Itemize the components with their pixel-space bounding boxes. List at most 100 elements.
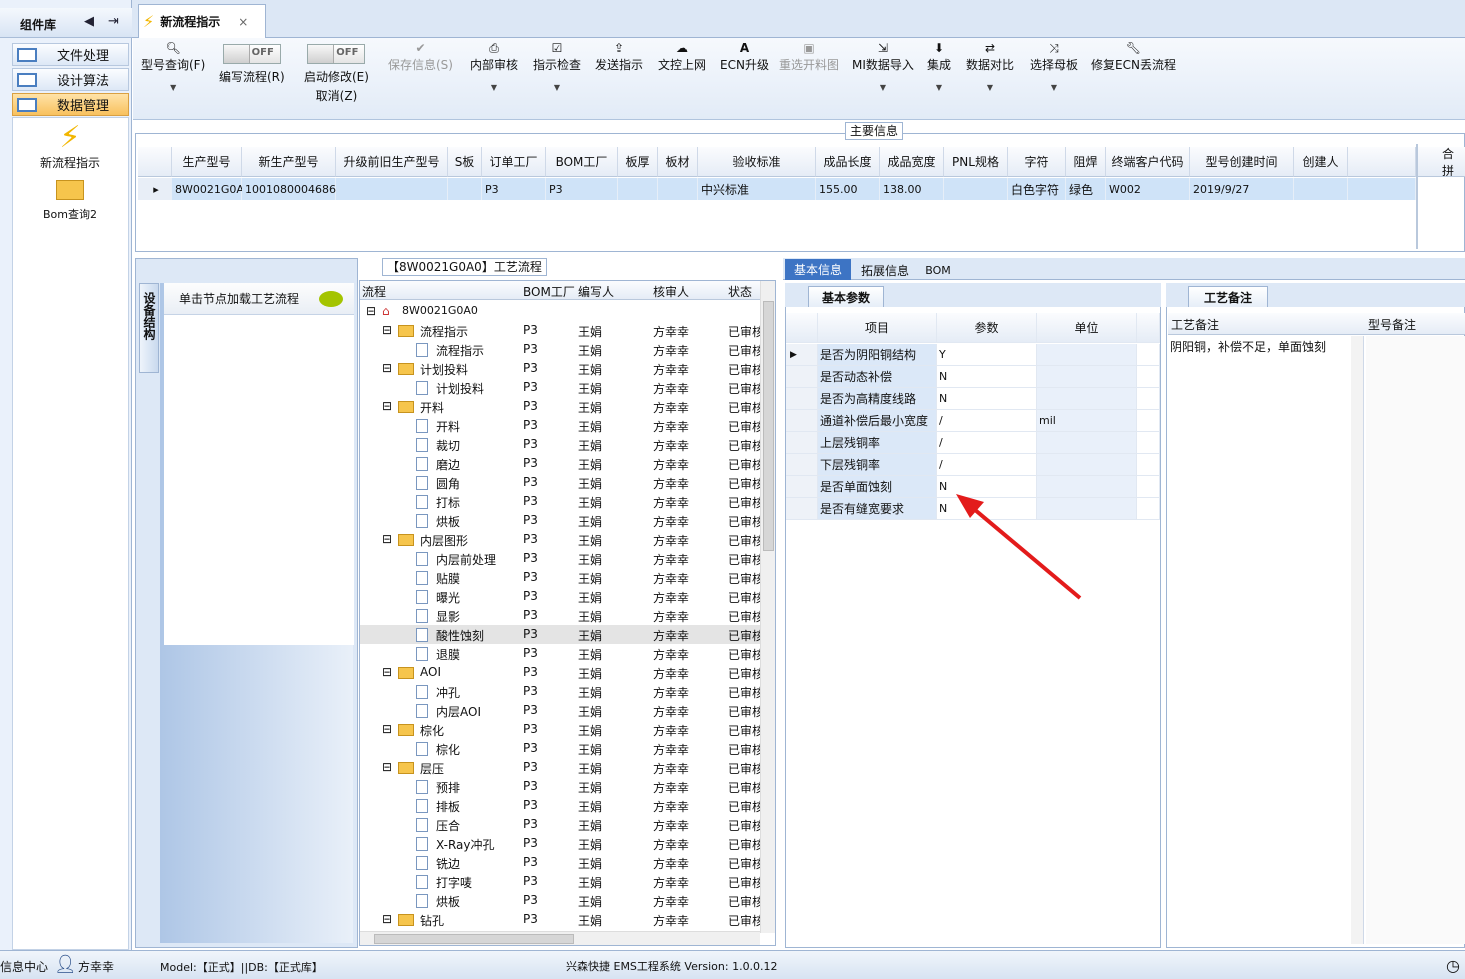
start-modify-toggle[interactable]: OFF 启动修改(E) 取消(Z)	[304, 44, 369, 104]
param-unit[interactable]	[1037, 388, 1137, 410]
reselect-cut-image-button[interactable]: ▣ 重选开料图	[779, 40, 839, 73]
param-value[interactable]: Y	[937, 344, 1037, 366]
cell[interactable]: P3	[546, 178, 618, 200]
col-header[interactable]: 参数	[937, 313, 1037, 343]
collapse-icon[interactable]: ⊟	[382, 399, 392, 413]
chevron-down-icon[interactable]: ▼	[491, 83, 497, 92]
collapse-left-icon[interactable]: ◀	[84, 14, 94, 29]
sidebar-item-data[interactable]: 数据管理	[12, 93, 129, 116]
chevron-down-icon[interactable]: ▼	[170, 83, 176, 92]
cell[interactable]	[944, 178, 1008, 200]
tree-node[interactable]: 预排 P3 王娟 方幸幸 已审核	[360, 777, 764, 796]
cell[interactable]: 中兴标准	[698, 178, 816, 200]
col-header[interactable]: BOM工厂	[546, 147, 618, 177]
send-instruction-button[interactable]: ⇪ 发送指示	[595, 40, 643, 73]
cell[interactable]: 10010800046861	[242, 178, 343, 200]
tree-node[interactable]: 烘板 P3 王娟 方幸幸 已审核	[360, 891, 764, 910]
tree-node[interactable]: 显影 P3 王娟 方幸幸 已审核	[360, 606, 764, 625]
tree-node[interactable]: 磨边 P3 王娟 方幸幸 已审核	[360, 454, 764, 473]
bom-query-tool[interactable]: Bom查询2	[35, 180, 105, 222]
process-flow-tree[interactable]: 流程 BOM工厂 编写人 核审人 状态 ⊟ ⌂ 8W0021G0A0 ⊟ 流程指示 P3 王…	[359, 280, 776, 946]
cell[interactable]: 绿色	[1066, 178, 1106, 200]
col-header[interactable]: 字符	[1008, 147, 1066, 177]
pin-icon[interactable]: ⇥	[108, 14, 119, 29]
col-header[interactable]: 流程	[362, 283, 386, 300]
instruction-check-button[interactable]: ☑ 指示检查 ▼	[533, 40, 581, 92]
col-header[interactable]: 项目	[818, 313, 937, 343]
col-header[interactable]: 板材	[658, 147, 698, 177]
collapse-icon[interactable]: ⊟	[382, 760, 392, 774]
tree-node[interactable]: 贴膜 P3 王娟 方幸幸 已审核	[360, 568, 764, 587]
col-header[interactable]: 生产型号	[172, 147, 242, 177]
collapse-icon[interactable]: ⊟	[366, 304, 376, 318]
tab-new-flow[interactable]: ⚡ 新流程指示 ×	[138, 4, 266, 38]
vertical-scrollbar[interactable]	[1351, 336, 1363, 944]
col-header[interactable]: 单位	[1037, 313, 1137, 343]
tree-node[interactable]: 圆角 P3 王娟 方幸幸 已审核	[360, 473, 764, 492]
save-info-button[interactable]: ✔ 保存信息(S)	[388, 40, 453, 73]
tab-basic-params[interactable]: 基本参数	[808, 286, 884, 307]
param-unit[interactable]: mil	[1037, 410, 1137, 432]
cell[interactable]: P3	[482, 178, 546, 200]
select-mother-board-button[interactable]: ⤨ 选择母板 ▼	[1030, 40, 1078, 92]
cell[interactable]	[336, 178, 448, 200]
tree-node[interactable]: 棕化 P3 王娟 方幸幸 已审核	[360, 739, 764, 758]
collapse-icon[interactable]: ⊟	[382, 323, 392, 337]
device-tree[interactable]	[164, 315, 354, 645]
tree-root[interactable]: ⊟ ⌂ 8W0021G0A0	[360, 302, 760, 321]
chevron-down-icon[interactable]: ▼	[987, 83, 993, 92]
cancel-button[interactable]: 取消(Z)	[316, 87, 358, 104]
col-header[interactable]: S板	[448, 147, 482, 177]
tree-node[interactable]: 排板 P3 王娟 方幸幸 已审核	[360, 796, 764, 815]
tree-node[interactable]: 铣边 P3 王娟 方幸幸 已审核	[360, 853, 764, 872]
tree-node[interactable]: X-Ray冲孔 P3 王娟 方幸幸 已审核	[360, 834, 764, 853]
tree-node[interactable]: 退膜 P3 王娟 方幸幸 已审核	[360, 644, 764, 663]
ecn-upgrade-button[interactable]: A ECN升级	[720, 40, 769, 73]
scrollbar-thumb[interactable]	[374, 934, 574, 944]
tree-node[interactable]: 冲孔 P3 王娟 方幸幸 已审核	[360, 682, 764, 701]
cell[interactable]: W002	[1106, 178, 1190, 200]
tree-node[interactable]: 流程指示 P3 王娟 方幸幸 已审核	[360, 340, 764, 359]
close-icon[interactable]: ×	[238, 15, 248, 29]
tree-node[interactable]: ⊟ 内层图形 P3 王娟 方幸幸 已审核	[360, 530, 764, 549]
tree-node[interactable]: ⊟ 流程指示 P3 王娟 方幸幸 已审核	[360, 321, 764, 340]
tree-node[interactable]: ⊟ 层压 P3 王娟 方幸幸 已审核	[360, 758, 764, 777]
collapse-icon[interactable]: ⊟	[382, 722, 392, 736]
col-header[interactable]: 状态	[728, 283, 752, 300]
publish-button[interactable]: ☁ 文控上网	[658, 40, 706, 73]
tree-node[interactable]: 酸性蚀刻 P3 王娟 方幸幸 已审核	[360, 625, 764, 644]
tree-node[interactable]: ⊟ 钻孔 P3 王娟 方幸幸 已审核	[360, 910, 764, 929]
model-remark-field[interactable]	[1366, 336, 1465, 944]
new-flow-tool[interactable]: ⚡ 新流程指示	[35, 122, 105, 171]
data-compare-button[interactable]: ⇄ 数据对比 ▼	[966, 40, 1014, 92]
sidebar-item-design[interactable]: 设计算法	[12, 68, 129, 91]
tab-bom[interactable]: BOM	[918, 261, 958, 280]
cell[interactable]: 白色字符	[1008, 178, 1066, 200]
fix-ecn-button[interactable]: 🔧︎ 修复ECN丢流程	[1091, 40, 1176, 73]
param-unit[interactable]	[1037, 344, 1137, 366]
collapse-icon[interactable]: ⊟	[382, 532, 392, 546]
tree-node[interactable]: 裁切 P3 王娟 方幸幸 已审核	[360, 435, 764, 454]
tree-node[interactable]: 打标 P3 王娟 方幸幸 已审核	[360, 492, 764, 511]
chevron-down-icon[interactable]: ▼	[936, 83, 942, 92]
tree-node[interactable]: 打字唛 P3 王娟 方幸幸 已审核	[360, 872, 764, 891]
tree-node[interactable]: 烘板 P3 王娟 方幸幸 已审核	[360, 511, 764, 530]
col-header[interactable]: 成品宽度	[880, 147, 944, 177]
param-unit[interactable]	[1037, 432, 1137, 454]
col-header[interactable]: 合拼	[1418, 147, 1465, 178]
info-center[interactable]: 信息中心	[0, 958, 48, 975]
internal-review-button[interactable]: ⎙ 内部审核 ▼	[470, 40, 518, 92]
collapse-icon[interactable]: ⊟	[382, 665, 392, 679]
model-query-button[interactable]: 🔍︎ 型号查询(F) ▼	[141, 40, 205, 92]
param-value[interactable]: /	[937, 410, 1037, 432]
col-header[interactable]: 成品长度	[816, 147, 880, 177]
cell[interactable]	[448, 178, 482, 200]
col-header[interactable]: 型号创建时间	[1190, 147, 1294, 177]
cell[interactable]: 2019/9/27	[1190, 178, 1294, 200]
param-unit[interactable]	[1037, 366, 1137, 388]
col-header[interactable]: 阻焊	[1066, 147, 1106, 177]
cell[interactable]	[1294, 178, 1348, 200]
scrollbar-thumb[interactable]	[763, 301, 774, 551]
param-unit[interactable]	[1037, 454, 1137, 476]
cell[interactable]: 155.00	[816, 178, 880, 200]
